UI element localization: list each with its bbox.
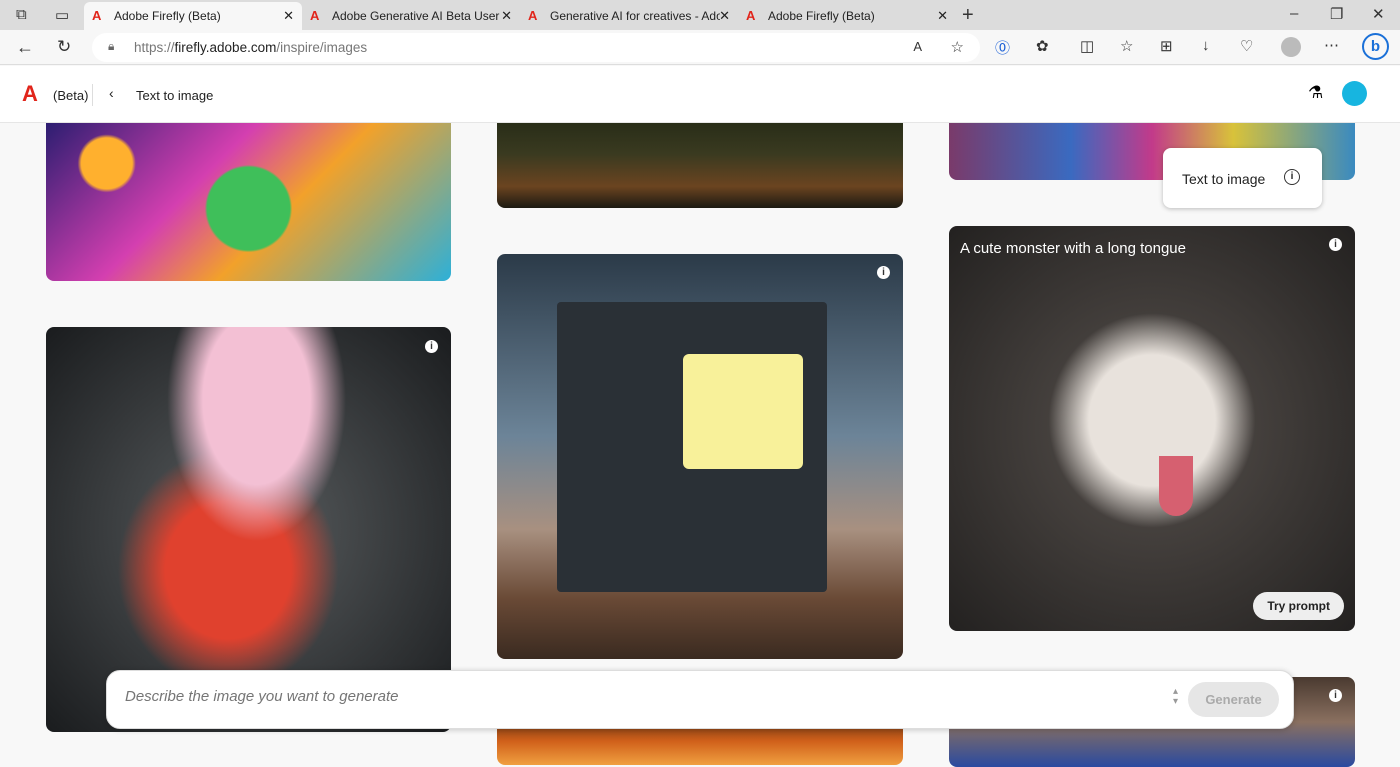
bing-icon[interactable]: b [1362, 33, 1389, 60]
adobe-icon: A [528, 8, 538, 23]
image-card-psychedelic-landscape[interactable] [46, 100, 451, 281]
info-icon[interactable]: i [1329, 689, 1342, 702]
generate-button[interactable]: Generate [1188, 682, 1279, 717]
workspaces-icon[interactable]: ⧉ [16, 6, 27, 23]
tab-firefly[interactable]: A Adobe Firefly (Beta) ✕ [84, 2, 302, 30]
prompt-input[interactable] [125, 688, 1165, 705]
divider [92, 84, 93, 106]
close-tab-icon[interactable]: ✕ [937, 8, 948, 24]
user-avatar[interactable] [1342, 81, 1367, 106]
screen-glow [683, 354, 803, 469]
refresh-icon[interactable]: ↻ [57, 37, 71, 57]
more-icon[interactable]: ⋯ [1324, 36, 1339, 54]
address-bar: ← ↻ 🔒︎ https://firefly.adobe.com/inspire… [0, 30, 1400, 65]
close-tab-icon[interactable]: ✕ [719, 8, 730, 24]
info-icon[interactable]: i [425, 340, 438, 353]
split-screen-icon[interactable]: ◫ [1080, 37, 1094, 55]
tab-bar: ⧉ ▭ A Adobe Firefly (Beta) ✕ A Adobe Genera… [0, 0, 1400, 30]
back-chevron-icon[interactable]: ‹ [109, 85, 114, 101]
close-window-icon[interactable]: ✕ [1372, 5, 1385, 23]
profile-avatar[interactable] [1281, 37, 1301, 57]
tab-actions-icon[interactable]: ▭ [55, 6, 69, 24]
favorite-icon[interactable]: ☆ [951, 38, 964, 56]
downloads-icon[interactable]: ↓ [1202, 37, 1210, 54]
image-card-cute-monster[interactable]: A cute monster with a long tongue i Try … [949, 226, 1355, 631]
resize-stepper-icon[interactable]: ▴ ▾ [1173, 687, 1178, 707]
info-icon[interactable]: i [1284, 169, 1300, 185]
card-title: A cute monster with a long tongue [960, 240, 1186, 257]
collections-icon[interactable]: ⊞ [1160, 37, 1173, 55]
back-icon[interactable]: ← [16, 37, 34, 58]
beta-label: (Beta) [53, 88, 89, 103]
adobe-logo[interactable]: A [22, 83, 38, 105]
favorites-icon[interactable]: ☆ [1120, 37, 1133, 55]
adobe-icon: A [746, 8, 756, 23]
read-aloud-icon[interactable]: A [913, 39, 922, 54]
prompt-bar: ▴▾ Generate [106, 670, 1294, 729]
health-icon[interactable]: ♡ [1240, 37, 1253, 55]
image-card-retro-computer[interactable]: i [497, 254, 903, 659]
tongue-shape [1159, 456, 1193, 516]
try-prompt-button[interactable]: Try prompt [1253, 592, 1344, 620]
tab-firefly-2[interactable]: A Adobe Firefly (Beta) ✕ [738, 2, 956, 30]
minimize-icon[interactable]: – [1290, 5, 1298, 22]
adobe-icon: A [310, 8, 320, 23]
password-manager-icon[interactable]: ⓪ [995, 37, 1010, 58]
tab-guide[interactable]: AAdobe Generative AI Beta User Guide✕ [302, 2, 520, 30]
text-to-image-tooltip[interactable]: Text to image i [1163, 148, 1322, 208]
app-header: A (Beta) ‹ Text to image ⚗ [0, 66, 1400, 123]
lock-icon: 🔒︎ [108, 39, 115, 53]
maximize-icon[interactable]: ❐ [1330, 5, 1343, 23]
tab-creatives[interactable]: A Generative AI for creatives - Adobe ✕ [520, 2, 738, 30]
new-tab-icon[interactable]: + [962, 4, 974, 27]
extensions-icon[interactable]: ✿ [1036, 37, 1049, 55]
url-input[interactable]: 🔒︎ https://firefly.adobe.com/inspire/ima… [92, 33, 980, 62]
labs-flask-icon[interactable]: ⚗ [1308, 83, 1323, 103]
info-icon[interactable]: i [1329, 238, 1342, 251]
adobe-icon: A [92, 8, 102, 23]
info-icon[interactable]: i [877, 266, 890, 279]
close-tab-icon[interactable]: ✕ [501, 8, 512, 24]
page-title: Text to image [136, 88, 214, 103]
close-tab-icon[interactable]: ✕ [283, 8, 294, 24]
